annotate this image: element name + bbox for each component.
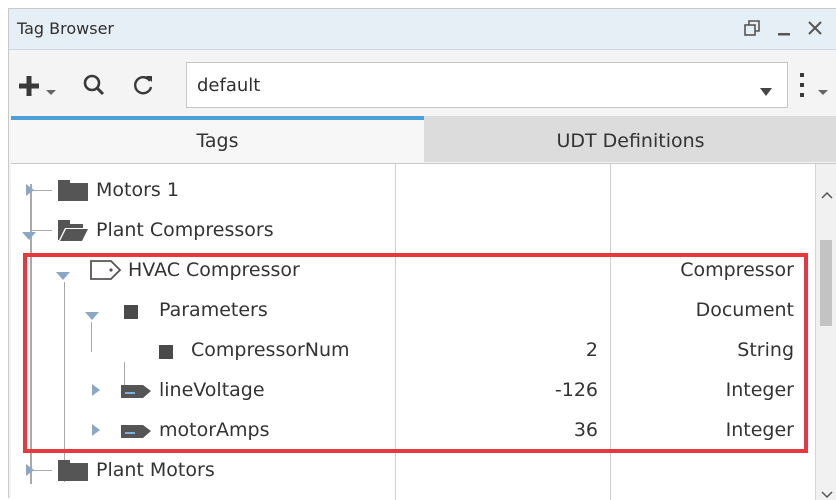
tab-bar: Tags UDT Definitions	[9, 116, 836, 162]
tree-row-label: Parameters	[159, 299, 268, 321]
expand-arrow-icon[interactable]	[25, 182, 35, 201]
toolbar: default	[9, 50, 836, 120]
tag-tree-table: Motors 1 Plant Compressors HVAC Compress…	[11, 163, 836, 500]
collapse-arrow-icon[interactable]	[21, 226, 37, 245]
tree-row-value: 36	[573, 419, 598, 441]
collapse-arrow-icon[interactable]	[55, 266, 71, 285]
folder-icon	[57, 178, 89, 206]
tree-row[interactable]: Motors 1	[11, 170, 806, 210]
chevron-down-icon[interactable]	[817, 82, 829, 101]
parameter-icon	[124, 304, 138, 323]
tab-tags[interactable]: Tags	[11, 116, 424, 162]
tree-row-type: Integer	[725, 419, 794, 441]
tree-row-label: HVAC Compressor	[128, 259, 300, 281]
tree-row-label: lineVoltage	[159, 379, 265, 401]
tree-row[interactable]: HVAC Compressor Compressor	[11, 250, 806, 290]
udt-instance-icon	[89, 259, 123, 285]
tree-row-label: motorAmps	[159, 419, 270, 441]
chevron-down-icon[interactable]	[759, 82, 773, 101]
collapse-arrow-icon[interactable]	[84, 306, 100, 325]
tree-row[interactable]: Plant Compressors	[11, 210, 806, 250]
tree-row-type: String	[737, 339, 794, 361]
tree-row[interactable]: Plant Motors	[11, 450, 806, 490]
minimize-icon[interactable]	[773, 17, 795, 39]
title-bar: Tag Browser	[9, 9, 836, 50]
tree-row-value: -126	[554, 379, 598, 401]
tree-row-label: CompressorNum	[191, 339, 350, 361]
window-title: Tag Browser	[17, 19, 115, 38]
search-icon[interactable]	[81, 72, 107, 102]
restore-icon[interactable]	[741, 17, 763, 39]
tree-row-label: Motors 1	[96, 179, 179, 201]
tag-provider-select[interactable]: default	[186, 62, 788, 108]
tree-row[interactable]: Parameters Document	[11, 290, 806, 330]
tag-browser-panel: Tag Browser default Tags UDT Definitions…	[8, 8, 836, 500]
tree-row-type: Integer	[725, 379, 794, 401]
tree-row-label: Plant Motors	[96, 459, 215, 481]
scroll-up-icon[interactable]	[821, 184, 833, 203]
tab-udt-definitions[interactable]: UDT Definitions	[424, 116, 836, 162]
vertical-scrollbar[interactable]	[815, 164, 836, 500]
parameter-icon	[159, 344, 173, 363]
tree-row-type: Compressor	[680, 259, 794, 281]
opc-tag-icon	[119, 381, 153, 405]
tree-row-value: 2	[585, 339, 598, 361]
expand-arrow-icon[interactable]	[91, 382, 101, 401]
expand-arrow-icon[interactable]	[91, 422, 101, 441]
refresh-icon[interactable]	[130, 72, 156, 102]
tag-provider-value: default	[197, 75, 261, 96]
expand-arrow-icon[interactable]	[25, 462, 35, 481]
scrollbar-thumb[interactable]	[820, 240, 832, 326]
chevron-down-icon[interactable]	[45, 82, 57, 101]
vertical-dots-icon[interactable]	[797, 70, 807, 104]
tree-row-type: Document	[695, 299, 794, 321]
folder-open-icon	[57, 218, 89, 246]
plus-icon[interactable]	[17, 74, 41, 102]
tree-row[interactable]: lineVoltage -126 Integer	[11, 370, 806, 410]
opc-tag-icon	[119, 421, 153, 445]
close-icon[interactable]	[804, 17, 826, 39]
folder-icon	[57, 458, 89, 486]
tree-row[interactable]: motorAmps 36 Integer	[11, 410, 806, 450]
tree-row[interactable]: CompressorNum 2 String	[11, 330, 806, 370]
tree-row-label: Plant Compressors	[96, 219, 274, 241]
